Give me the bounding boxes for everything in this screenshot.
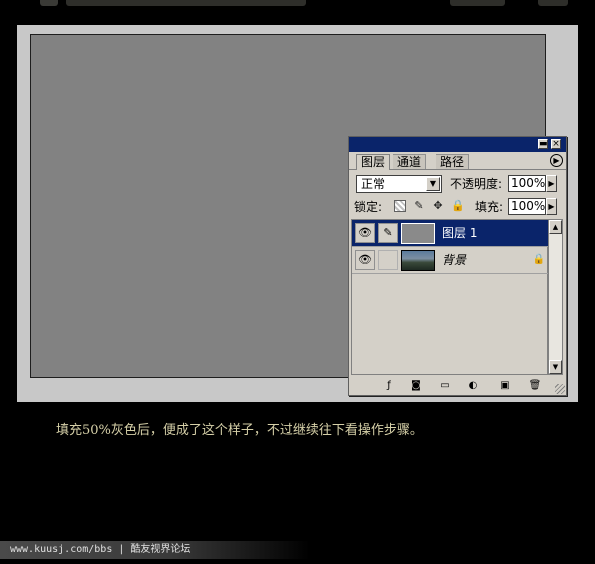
palette-tabs: 图层 通道 路径 ▶ bbox=[349, 152, 566, 170]
fill-slider-arrow[interactable]: ▶ bbox=[546, 198, 557, 215]
layer-name[interactable]: 背景 bbox=[442, 252, 466, 268]
blend-mode-value: 正常 bbox=[361, 177, 386, 191]
layer-mask-icon[interactable]: ◙ bbox=[409, 379, 423, 392]
new-layer-icon[interactable]: ▣ bbox=[498, 379, 512, 392]
close-button[interactable]: × bbox=[551, 139, 561, 149]
opacity-label: 不透明度: bbox=[450, 177, 503, 191]
link-slot[interactable] bbox=[378, 250, 398, 270]
tab-channels[interactable]: 通道 bbox=[393, 154, 427, 169]
blend-mode-select[interactable]: 正常 ▼ bbox=[356, 175, 442, 193]
layer-row-background[interactable]: 👁 背景 🔒 bbox=[352, 247, 549, 274]
layer-row-layer1[interactable]: 👁 ✎ 图层 1 bbox=[352, 220, 549, 247]
minimize-button[interactable]: ▬ bbox=[538, 139, 548, 149]
fill-input[interactable]: 100% bbox=[508, 198, 546, 215]
lock-icon: 🔒 bbox=[532, 254, 545, 265]
layer-name[interactable]: 图层 1 bbox=[442, 225, 477, 241]
resize-grip[interactable] bbox=[555, 384, 565, 394]
lock-transparency-icon[interactable] bbox=[394, 200, 406, 212]
layers-list: 👁 ✎ 图层 1 👁 背景 🔒 bbox=[351, 219, 549, 375]
brush-icon[interactable]: ✎ bbox=[378, 223, 398, 243]
layer-thumbnail bbox=[401, 223, 435, 244]
opacity-slider-arrow[interactable]: ▶ bbox=[546, 175, 557, 192]
tutorial-caption: 填充50%灰色后，便成了这个样子，不过继续往下看操作步骤。 bbox=[56, 423, 423, 438]
scroll-up-icon[interactable]: ▲ bbox=[549, 220, 562, 234]
footer-text[interactable]: www.kuusj.com/bbs | 酷友视界论坛 bbox=[10, 543, 190, 557]
chevron-down-icon[interactable]: ▼ bbox=[426, 177, 440, 191]
opacity-input[interactable]: 100% bbox=[508, 175, 546, 192]
fill-label: 填充: bbox=[475, 200, 504, 214]
palette-menu-button[interactable]: ▶ bbox=[550, 154, 563, 167]
palette-bottom-toolbar: ƒ ◙ ▭ ◐ ▣ 🗑 bbox=[349, 376, 566, 395]
top-banner-fragment bbox=[0, 0, 595, 8]
layers-palette: ▬ × 图层 通道 路径 ▶ 正常 ▼ 不透明度: 100% ▶ 锁定: ✎ ✥… bbox=[348, 136, 567, 396]
tab-paths[interactable]: 路径 bbox=[436, 154, 470, 169]
footer-bar: www.kuusj.com/bbs | 酷友视界论坛 bbox=[0, 541, 310, 559]
layers-scrollbar[interactable]: ▲ ▼ bbox=[548, 219, 563, 375]
eye-icon[interactable]: 👁 bbox=[355, 223, 375, 243]
eye-icon[interactable]: 👁 bbox=[355, 250, 375, 270]
new-set-icon[interactable]: ▭ bbox=[438, 379, 452, 392]
lock-image-icon[interactable]: ✎ bbox=[413, 200, 425, 212]
tab-layers[interactable]: 图层 bbox=[356, 154, 391, 170]
scroll-down-icon[interactable]: ▼ bbox=[549, 360, 562, 374]
layer-thumbnail bbox=[401, 250, 435, 271]
palette-titlebar[interactable]: ▬ × bbox=[349, 137, 566, 152]
layer-style-icon[interactable]: ƒ bbox=[382, 379, 396, 392]
adjustment-layer-icon[interactable]: ◐ bbox=[466, 379, 480, 392]
lock-all-icon[interactable]: 🔒 bbox=[451, 200, 465, 212]
trash-icon[interactable]: 🗑 bbox=[528, 379, 542, 392]
lock-label: 锁定: bbox=[354, 200, 383, 214]
lock-position-icon[interactable]: ✥ bbox=[432, 200, 444, 212]
